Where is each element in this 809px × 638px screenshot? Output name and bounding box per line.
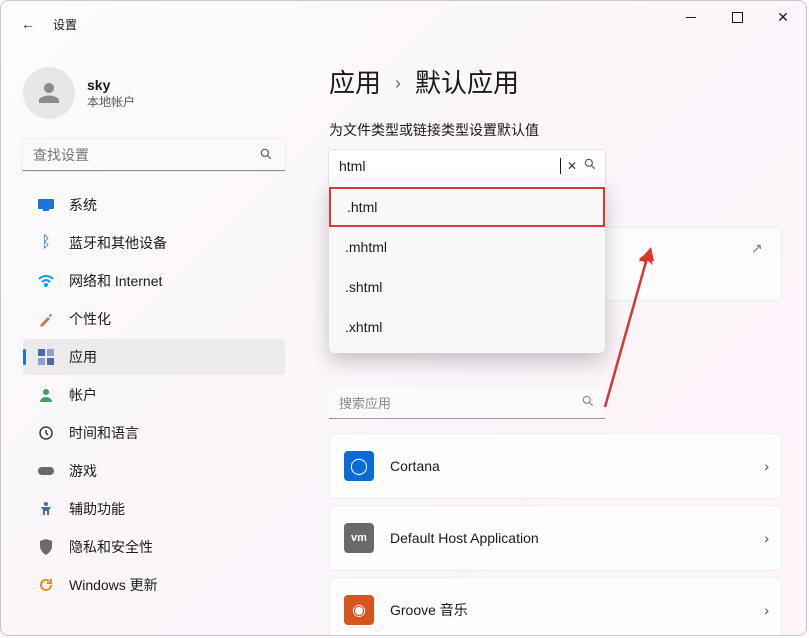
- brush-icon: [37, 310, 55, 328]
- app-card[interactable]: ◯ Cortana ›: [329, 433, 782, 499]
- nav-label: 帐户: [69, 385, 97, 405]
- nav-label: 应用: [69, 347, 97, 367]
- maximize-button[interactable]: [714, 1, 760, 33]
- window-title: 设置: [53, 16, 77, 33]
- app-name: Default Host Application: [390, 530, 748, 546]
- nav-label: 隐私和安全性: [69, 537, 153, 557]
- sidebar-search[interactable]: [23, 139, 285, 171]
- nav-item-access[interactable]: 辅助功能: [23, 491, 285, 527]
- nav-item-bluetooth[interactable]: ᛒ 蓝牙和其他设备: [23, 225, 285, 261]
- clear-button[interactable]: ✕: [561, 159, 583, 173]
- suggestion-option[interactable]: .xhtml: [329, 307, 605, 347]
- breadcrumb-leaf: 默认应用: [415, 63, 519, 100]
- app-icon: ◉: [344, 595, 374, 625]
- account-name: sky: [87, 77, 135, 93]
- game-icon: [37, 462, 55, 480]
- external-link-icon[interactable]: ↗: [751, 240, 767, 256]
- display-icon: [37, 196, 55, 214]
- nav-item-shield[interactable]: 隐私和安全性: [23, 529, 285, 565]
- wifi-icon: [37, 272, 55, 290]
- bluetooth-icon: ᛒ: [37, 234, 55, 252]
- search-icon[interactable]: [583, 157, 597, 176]
- back-button[interactable]: ←: [21, 16, 53, 32]
- shield-icon: [37, 538, 55, 556]
- nav-item-apps[interactable]: 应用: [23, 339, 285, 375]
- nav-label: 网络和 Internet: [69, 271, 162, 291]
- nav-label: 时间和语言: [69, 423, 139, 443]
- app-icon: vm: [344, 523, 374, 553]
- settings-window: ← 设置 ✕ sky 本地帐户 系统 ᛒ 蓝牙和其他设备网络和 Internet 个性…: [0, 0, 807, 636]
- avatar: [23, 67, 75, 119]
- nav-item-update[interactable]: Windows 更新: [23, 567, 285, 603]
- minimize-button[interactable]: [668, 1, 714, 33]
- update-icon: [37, 576, 55, 594]
- app-name: Groove 音乐: [390, 600, 748, 620]
- search-icon: [581, 394, 595, 411]
- main-panel: 应用 › 默认应用 为文件类型或链接类型设置默认值 ✕ ↗ .html.mhtm…: [301, 47, 806, 635]
- person-icon: [37, 386, 55, 404]
- nav-label: 个性化: [69, 309, 111, 329]
- nav-item-person[interactable]: 帐户: [23, 377, 285, 413]
- section-label: 为文件类型或链接类型设置默认值: [329, 120, 782, 140]
- app-list: ◯ Cortana › vm Default Host Application › ◉ Gro…: [329, 433, 782, 635]
- sidebar-search-input[interactable]: [33, 147, 259, 163]
- account-block[interactable]: sky 本地帐户: [23, 67, 291, 119]
- breadcrumb-root[interactable]: 应用: [329, 63, 381, 100]
- close-button[interactable]: ✕: [760, 1, 806, 33]
- nav-label: 游戏: [69, 461, 97, 481]
- app-card[interactable]: ◉ Groove 音乐 ›: [329, 577, 782, 635]
- account-type: 本地帐户: [87, 93, 135, 110]
- sidebar: sky 本地帐户 系统 ᛒ 蓝牙和其他设备网络和 Internet 个性化应用帐户时间…: [1, 47, 301, 635]
- chevron-right-icon: ›: [764, 602, 769, 618]
- nav-label: 蓝牙和其他设备: [69, 233, 167, 253]
- filetype-search[interactable]: ✕: [329, 150, 605, 184]
- suggestion-option[interactable]: .mhtml: [329, 227, 605, 267]
- clock-icon: [37, 424, 55, 442]
- apps-icon: [37, 348, 55, 366]
- nav-item-brush[interactable]: 个性化: [23, 301, 285, 337]
- access-icon: [37, 500, 55, 518]
- app-name: Cortana: [390, 458, 748, 474]
- window-controls: ✕: [668, 1, 806, 33]
- nav-item-clock[interactable]: 时间和语言: [23, 415, 285, 451]
- nav-label: 辅助功能: [69, 499, 125, 519]
- app-search-placeholder: 搜索应用: [339, 393, 391, 412]
- filetype-search-input[interactable]: [339, 158, 562, 174]
- nav-item-display[interactable]: 系统: [23, 187, 285, 223]
- app-search[interactable]: 搜索应用: [329, 387, 605, 419]
- nav-label: 系统: [69, 195, 97, 215]
- chevron-right-icon: ›: [764, 458, 769, 474]
- nav-list: 系统 ᛒ 蓝牙和其他设备网络和 Internet 个性化应用帐户时间和语言游戏辅助功能…: [17, 187, 291, 603]
- app-icon: ◯: [344, 451, 374, 481]
- suggestions-dropdown: .html.mhtml.shtml.xhtml: [329, 181, 605, 353]
- nav-label: Windows 更新: [69, 575, 158, 595]
- search-icon: [259, 147, 275, 163]
- chevron-right-icon: ›: [764, 530, 769, 546]
- chevron-right-icon: ›: [395, 73, 401, 94]
- nav-item-wifi[interactable]: 网络和 Internet: [23, 263, 285, 299]
- suggestion-option[interactable]: .shtml: [329, 267, 605, 307]
- suggestion-option[interactable]: .html: [329, 187, 605, 227]
- nav-item-game[interactable]: 游戏: [23, 453, 285, 489]
- app-card[interactable]: vm Default Host Application ›: [329, 505, 782, 571]
- breadcrumb: 应用 › 默认应用: [329, 63, 782, 100]
